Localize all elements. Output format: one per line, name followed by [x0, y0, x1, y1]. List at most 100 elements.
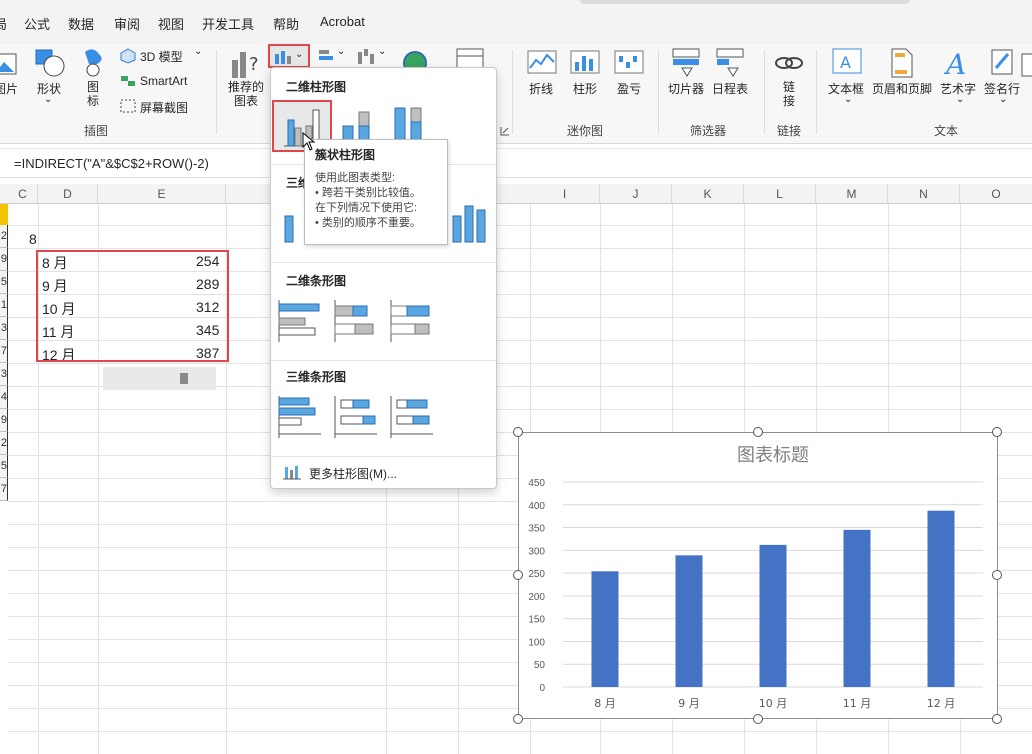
row-header[interactable]: 1	[0, 294, 8, 317]
menu-item-formulas[interactable]: 公式	[24, 14, 50, 33]
group-label-links: 链接	[777, 124, 802, 138]
signature-line-icon[interactable]	[990, 48, 1016, 78]
group-separator	[816, 50, 817, 134]
timeline-label[interactable]: 日程表	[712, 80, 748, 97]
textbox-icon[interactable]: A	[832, 48, 862, 76]
screenshot-icon[interactable]	[120, 99, 136, 115]
row-header[interactable]: 3	[0, 363, 8, 386]
resize-handle[interactable]	[513, 427, 523, 437]
menu-item-view[interactable]: 视图	[158, 14, 184, 33]
icons-label[interactable]: 图标	[86, 80, 100, 108]
smartart-label[interactable]: SmartArt	[140, 74, 187, 88]
sparkline-line-icon[interactable]	[527, 50, 557, 76]
group-label-illustrations: 插图	[84, 124, 109, 138]
row-header[interactable]: 2	[0, 225, 8, 248]
icons-icon[interactable]	[79, 48, 107, 78]
chevron-down-icon[interactable]: ⌄	[194, 46, 202, 57]
picture-icon[interactable]	[0, 52, 20, 78]
chevron-down-icon[interactable]: ⌄	[844, 94, 852, 105]
quick-analysis-icon[interactable]	[180, 373, 188, 384]
column-header-c[interactable]: C	[8, 184, 38, 204]
column-header-j[interactable]: J	[600, 184, 672, 204]
row-header[interactable]: 3	[0, 317, 8, 340]
column-header-o[interactable]: O	[960, 184, 1032, 204]
link-label[interactable]: 链接	[782, 80, 796, 108]
recommended-charts-icon[interactable]: ?	[230, 48, 262, 80]
sparkline-column-label[interactable]: 柱形	[573, 80, 597, 97]
row-header[interactable]: 5	[0, 455, 8, 478]
smartart-icon[interactable]	[120, 74, 136, 88]
column-header-m[interactable]: M	[816, 184, 888, 204]
3d-clustered-bar-icon[interactable]	[277, 392, 325, 442]
sparkline-line-label[interactable]: 折线	[529, 80, 553, 97]
chevron-down-icon[interactable]: ⌄	[337, 46, 345, 57]
resize-handle[interactable]	[513, 714, 523, 724]
formula-text[interactable]: =INDIRECT("A"&$C$2+ROW()-2)	[14, 156, 209, 171]
wordart-icon[interactable]: A	[944, 48, 972, 78]
link-icon[interactable]	[774, 50, 804, 76]
recommended-charts-label[interactable]: 推荐的图表	[228, 80, 264, 108]
resize-handle[interactable]	[753, 427, 763, 437]
formula-bar[interactable]: =INDIRECT("A"&$C$2+ROW()-2)	[0, 148, 1032, 178]
column-chart[interactable]: 图表标题 0 50 100 150 200 250 300 350 400 450 8 月 9 月 10 …	[518, 432, 998, 719]
3d-stacked-bar-icon[interactable]	[333, 392, 381, 442]
menu-item-help[interactable]: 帮助	[273, 14, 299, 33]
resize-handle[interactable]	[992, 427, 1002, 437]
model3d-label[interactable]: 3D 模型	[140, 48, 183, 65]
menu-item-review[interactable]: 审阅	[114, 14, 140, 33]
resize-handle[interactable]	[992, 570, 1002, 580]
column-header-d[interactable]: D	[38, 184, 98, 204]
column-header-e[interactable]: E	[98, 184, 226, 204]
resize-handle[interactable]	[753, 714, 763, 724]
sparkline-winloss-label[interactable]: 盈亏	[617, 80, 641, 97]
chevron-down-icon[interactable]: ⌄	[956, 94, 964, 105]
row-header[interactable]: 7	[0, 478, 8, 501]
slicer-icon[interactable]	[672, 48, 702, 78]
stacked-bar-icon[interactable]	[333, 296, 381, 346]
menu-item-data[interactable]: 数据	[68, 14, 94, 33]
column-header-l[interactable]: L	[744, 184, 816, 204]
bar-chart-icon[interactable]	[318, 48, 336, 64]
row-header[interactable]: 9	[0, 248, 8, 271]
chevron-down-icon[interactable]: ⌄	[378, 46, 386, 57]
chevron-down-icon[interactable]: ⌄	[44, 94, 52, 105]
slicer-label[interactable]: 切片器	[668, 80, 704, 97]
percent-stacked-bar-icon[interactable]	[389, 296, 437, 346]
column-header-i[interactable]: I	[530, 184, 600, 204]
column-header-n[interactable]: N	[888, 184, 960, 204]
cell-c2[interactable]: 8	[29, 231, 37, 247]
row-header[interactable]: 9	[0, 409, 8, 432]
column-header-k[interactable]: K	[672, 184, 744, 204]
sparkline-winloss-icon[interactable]	[614, 50, 644, 76]
row-header[interactable]: 2	[0, 432, 8, 455]
group-separator	[658, 50, 659, 134]
chevron-down-icon: ⌄	[295, 49, 304, 60]
menu-item-layout[interactable]: 局	[0, 14, 7, 33]
object-icon[interactable]	[1020, 50, 1032, 80]
tooltip-line: 在下列情况下使用它:	[315, 202, 418, 214]
header-footer-icon[interactable]	[890, 48, 914, 78]
row-header[interactable]: 7	[0, 340, 8, 363]
shapes-icon[interactable]	[34, 48, 66, 78]
screenshot-label[interactable]: 屏幕截图	[140, 99, 188, 116]
column-chart-icon	[283, 466, 301, 480]
dialog-launcher-icon[interactable]	[500, 126, 510, 136]
menu-item-acrobat[interactable]: Acrobat	[320, 14, 365, 29]
row-header[interactable]: 5	[0, 271, 8, 294]
more-column-charts-item[interactable]: 更多柱形图(M)...	[281, 462, 481, 484]
insert-column-chart-button[interactable]: ⌄	[268, 44, 310, 68]
sparkline-column-icon[interactable]	[570, 50, 600, 76]
resize-handle[interactable]	[992, 714, 1002, 724]
3d-column-icon[interactable]	[449, 196, 497, 246]
chevron-down-icon[interactable]: ⌄	[999, 94, 1007, 105]
title-bar-search-area[interactable]	[580, 0, 910, 4]
header-footer-label[interactable]: 页眉和页脚	[872, 80, 932, 97]
menu-item-developer[interactable]: 开发工具	[202, 14, 254, 33]
3d-percent-stacked-bar-icon[interactable]	[389, 392, 437, 442]
cube-icon[interactable]	[120, 48, 136, 64]
resize-handle[interactable]	[513, 570, 523, 580]
row-header[interactable]: 4	[0, 386, 8, 409]
timeline-icon[interactable]	[716, 48, 746, 78]
waterfall-chart-icon[interactable]	[357, 48, 377, 66]
clustered-bar-icon[interactable]	[277, 296, 325, 346]
